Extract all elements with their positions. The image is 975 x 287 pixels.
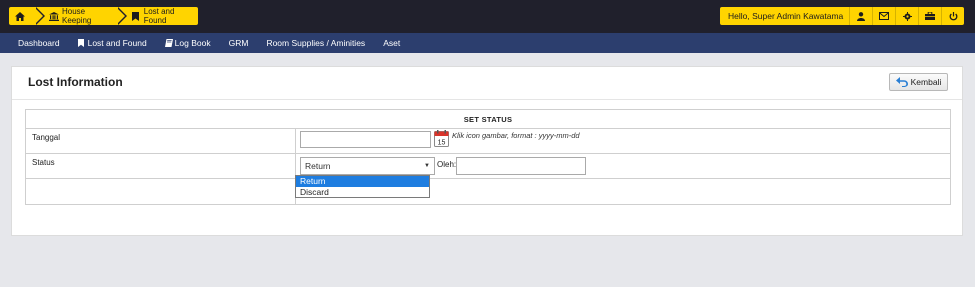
status-select[interactable]: Return ▼ <box>300 157 435 175</box>
oleh-input[interactable] <box>456 157 586 175</box>
nav-label: Aset <box>383 38 401 48</box>
panel-divider <box>12 99 962 100</box>
main-nav: Dashboard Lost and Found Log Book GRM Ro… <box>0 33 975 53</box>
briefcase-icon <box>925 12 936 20</box>
status-label: Status <box>25 153 296 179</box>
power-icon <box>949 11 957 20</box>
nav-log-book[interactable]: Log Book <box>164 38 211 48</box>
user-greeting[interactable]: Hello, Super Admin Kawatama <box>720 11 849 21</box>
page-title: Lost Information <box>28 75 123 89</box>
settings-button[interactable] <box>895 7 918 25</box>
top-bar: House Keeping Lost and Found Hello, Supe… <box>0 0 975 33</box>
briefcase-button[interactable] <box>918 7 941 25</box>
bookmark-icon <box>131 11 141 21</box>
actions-label-cell <box>25 178 296 205</box>
form-row-tanggal: Tanggal 15 Klik icon gambar, format : yy… <box>25 128 951 154</box>
status-dropdown-list: Return Discard <box>295 175 430 198</box>
nav-label: Log Book <box>174 38 211 48</box>
nav-label: Dashboard <box>18 38 60 48</box>
tanggal-cell: 15 Klik icon gambar, format : yyyy-mm-dd <box>295 128 951 154</box>
tanggal-label: Tanggal <box>25 128 296 154</box>
form-header: SET STATUS <box>25 109 951 129</box>
book-icon <box>164 39 173 48</box>
messages-button[interactable] <box>872 7 895 25</box>
bookmark-icon <box>77 39 86 48</box>
return-arrow-icon <box>895 77 908 87</box>
oleh-label: Oleh: <box>437 160 457 169</box>
breadcrumb-label: House Keeping <box>62 7 92 25</box>
breadcrumb-house-keeping[interactable]: House Keeping <box>34 7 127 25</box>
status-option-return[interactable]: Return <box>296 176 429 187</box>
envelope-icon <box>879 12 890 20</box>
status-option-discard[interactable]: Discard <box>296 187 429 198</box>
nav-room-supplies[interactable]: Room Supplies / Aminities <box>266 38 365 48</box>
date-format-hint: Klik icon gambar, format : yyyy-mm-dd <box>452 131 580 140</box>
breadcrumb-lost-and-found[interactable]: Lost and Found <box>116 7 198 25</box>
back-button[interactable]: Kembali <box>889 73 948 91</box>
nav-dashboard[interactable]: Dashboard <box>18 38 60 48</box>
lost-information-panel: Lost Information Kembali SET STATUS Tang… <box>11 66 963 236</box>
form-row-status: Status Return ▼ Oleh: <box>25 153 951 179</box>
calendar-day-number: 15 <box>438 140 446 147</box>
breadcrumb-home[interactable] <box>9 7 45 25</box>
back-button-label: Kembali <box>910 77 942 87</box>
set-status-form: SET STATUS Tanggal 15 Klik icon gambar, … <box>25 109 951 205</box>
status-select-value: Return <box>305 161 331 171</box>
nav-aset[interactable]: Aset <box>383 38 400 48</box>
logout-button[interactable] <box>941 7 964 25</box>
nav-label: Room Supplies / Aminities <box>266 38 366 48</box>
nav-label: Lost and Found <box>87 38 147 48</box>
gear-icon <box>902 11 912 21</box>
nav-grm[interactable]: GRM <box>229 38 249 48</box>
nav-lost-and-found[interactable]: Lost and Found <box>77 38 147 48</box>
breadcrumb-label: Lost and Found <box>143 7 175 25</box>
nav-label: GRM <box>228 38 249 48</box>
chevron-down-icon: ▼ <box>424 163 430 169</box>
user-toolbar: Hello, Super Admin Kawatama <box>720 7 964 25</box>
user-icon <box>857 11 866 21</box>
form-row-actions <box>25 178 951 205</box>
tanggal-input[interactable] <box>300 131 431 148</box>
home-icon <box>15 11 25 21</box>
calendar-icon[interactable]: 15 <box>434 130 449 147</box>
breadcrumb: House Keeping Lost and Found <box>9 7 198 25</box>
profile-button[interactable] <box>849 7 872 25</box>
bank-icon <box>49 11 59 21</box>
